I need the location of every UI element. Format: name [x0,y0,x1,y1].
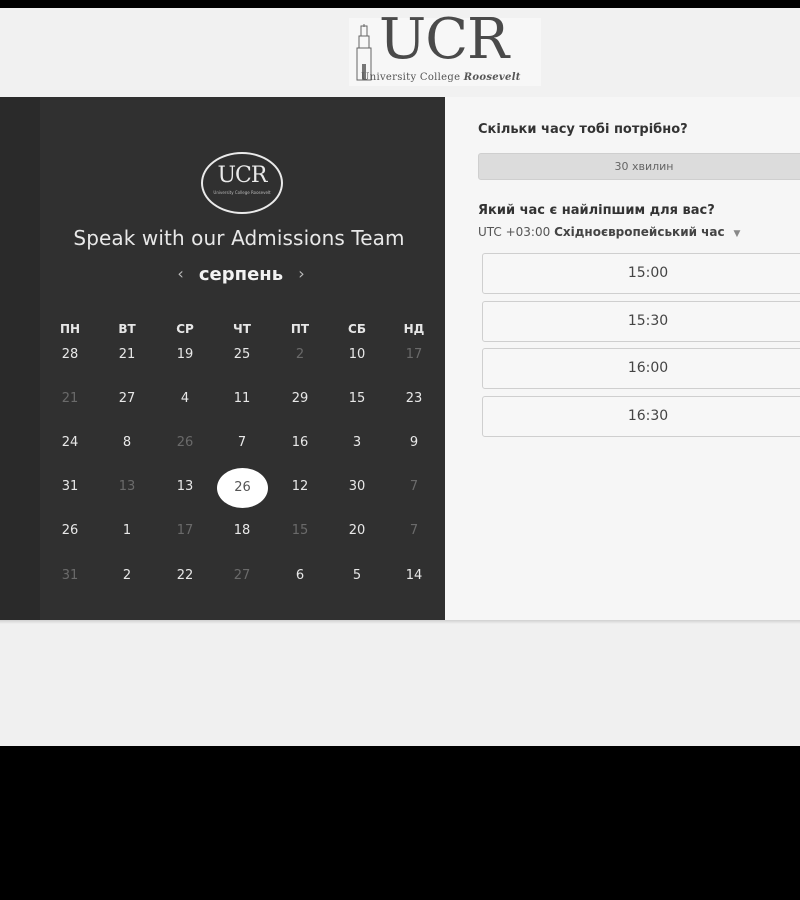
weekday-label: ВТ [118,322,136,336]
weekday-label: СБ [348,322,366,336]
calendar-day[interactable]: 5 [337,568,377,583]
calendar-day: 26 [176,435,194,450]
calendar-day: 7 [409,523,419,538]
calendar-day[interactable]: 13 [165,479,205,494]
calendar-day[interactable]: 8 [107,435,147,450]
calendar-day[interactable]: 7 [222,435,262,450]
time-slot-button[interactable]: 15:00 [482,253,800,294]
calendar-day[interactable]: 20 [337,523,377,538]
month-navigation: ‹ серпень › [0,264,482,285]
time-slot-button[interactable]: 15:30 [482,301,800,342]
calendar-day: 7 [409,479,419,494]
logo-subtitle: University College Roosevelt [361,72,521,83]
panel-edge [0,97,40,620]
calendar-day[interactable]: 3 [337,435,377,450]
calendar-day[interactable]: 24 [50,435,90,450]
badge-wordmark: UCR [217,163,268,188]
calendar-panel: UCR University College Roosevelt Speak w… [0,97,445,620]
timezone-offset: UTC +03:00 [478,225,551,239]
calendar-day[interactable]: 10 [337,347,377,362]
weekday-label: НД [403,322,425,336]
timezone-name: Східноєвропейський час [554,225,725,239]
calendar-day: 2 [295,347,305,362]
month-label: серпень [198,264,284,285]
caret-down-icon: ▼ [733,229,741,239]
calendar-day: 31 [61,568,79,583]
calendar-day: 17 [405,347,423,362]
calendar-day[interactable]: 19 [165,347,205,362]
header: UCR University College Roosevelt [0,8,800,98]
calendar-day[interactable]: 15 [337,391,377,406]
time-question: Який час є найліпшим для вас? [478,203,715,218]
calendar-day[interactable]: 29 [280,391,320,406]
weekday-label: ЧТ [233,322,251,336]
calendar-day: 13 [118,479,136,494]
logo-wordmark: UCR [379,8,509,72]
calendar-day[interactable]: 2 [107,568,147,583]
logo-subtitle-prefix: University College [361,72,464,83]
chevron-right-icon[interactable]: › [288,264,314,283]
calendar-day[interactable]: 25 [222,347,262,362]
duration-question: Скільки часу тобі потрібно? [478,122,688,137]
ucr-badge-logo: UCR University College Roosevelt [201,152,283,214]
calendar-day[interactable]: 27 [107,391,147,406]
booking-panel: Скільки часу тобі потрібно? 30 хвилин Як… [445,97,800,620]
weekday-label: ПТ [290,322,310,336]
logo-subtitle-name: Roosevelt [463,72,521,83]
calendar-day[interactable]: 18 [222,523,262,538]
calendar-day: 15 [291,523,309,538]
calendar-day[interactable]: 21 [107,347,147,362]
calendar-day[interactable]: 1 [107,523,147,538]
calendar-day[interactable]: 22 [165,568,205,583]
calendar-day-selected[interactable]: 26 [217,468,268,508]
duration-option[interactable]: 30 хвилин [478,153,800,180]
panel-shadow [0,620,800,624]
timezone-selector[interactable]: UTC +03:00 Східноєвропейський час ▼ [478,225,740,239]
calendar-day[interactable]: 26 [50,523,90,538]
calendar-day[interactable]: 12 [280,479,320,494]
calendar-day[interactable]: 31 [50,479,90,494]
calendar-day[interactable]: 14 [394,568,434,583]
weekday-label: СР [176,322,194,336]
calendar-day[interactable]: 30 [337,479,377,494]
chevron-left-icon[interactable]: ‹ [167,264,193,283]
calendar-day: 27 [233,568,251,583]
calendar-day[interactable]: 11 [222,391,262,406]
calendar-day[interactable]: 23 [394,391,434,406]
calendar-day[interactable]: 28 [50,347,90,362]
time-slot-button[interactable]: 16:00 [482,348,800,389]
booking-page: UCR University College Roosevelt UCR Uni… [0,8,800,746]
calendar-day[interactable]: 16 [280,435,320,450]
ucr-logo: UCR University College Roosevelt [349,12,541,86]
calendar-day[interactable]: 9 [394,435,434,450]
calendar-day[interactable]: 6 [280,568,320,583]
calendar-title: Speak with our Admissions Team [73,226,405,250]
weekday-label: ПН [59,322,81,336]
calendar-day: 17 [176,523,194,538]
badge-subtitle: University College Roosevelt [213,190,271,195]
calendar-day[interactable]: 4 [165,391,205,406]
time-slot-button[interactable]: 16:30 [482,396,800,437]
calendar-day: 21 [61,391,79,406]
